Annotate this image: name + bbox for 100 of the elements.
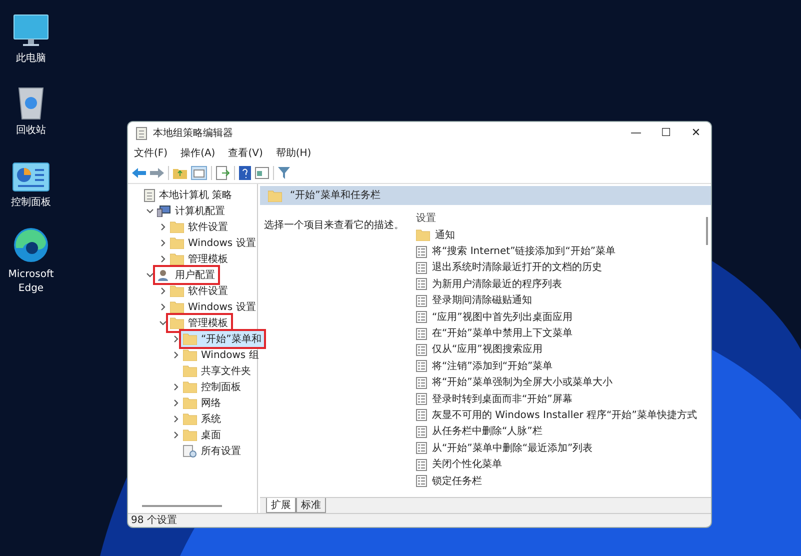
policy-icon (416, 278, 427, 290)
policy-row[interactable]: 将“开始”菜单强制为全屏大小或菜单大小 (416, 374, 703, 391)
tree-item[interactable]: 本地计算机 策略 (142, 187, 236, 203)
menu-item[interactable]: 帮助(H) (276, 146, 312, 160)
policy-row[interactable]: 在“开始”菜单中禁用上下文菜单 (416, 325, 703, 342)
folder-icon (183, 365, 197, 377)
settings-list-icon (183, 444, 197, 458)
policy-icon (416, 442, 427, 454)
monitor-icon[interactable] (13, 14, 49, 48)
tree-item[interactable]: 软件设置 (168, 283, 231, 299)
tree-item[interactable]: 系统 (181, 411, 224, 427)
window-title: 本地组策略编辑器 (153, 126, 234, 140)
tree-item[interactable]: 所有设置 (181, 443, 244, 459)
policy-row[interactable]: “应用”视图中首先列出桌面应用 (416, 308, 703, 326)
folder-icon (170, 253, 184, 265)
policy-row[interactable]: 将“搜索 Internet”链接添加到“开始”菜单 (416, 243, 703, 260)
panel-view-icon[interactable] (191, 166, 207, 180)
filter-icon[interactable] (278, 166, 290, 178)
scrollbar-thumb[interactable] (706, 217, 708, 245)
policy-row[interactable]: 为新用户清除最近的程序列表 (416, 276, 703, 293)
tree-item[interactable]: 网络 (181, 395, 224, 411)
policy-icon (416, 426, 427, 438)
policy-icon (416, 328, 427, 340)
status-text: 98 个设置 (131, 514, 177, 526)
window-control-button[interactable]: ✕ (681, 122, 711, 144)
detail-title: “开始”菜单和任务栏 (290, 188, 380, 203)
tree-item[interactable]: 控制面板 (181, 379, 244, 395)
menu-item[interactable]: 文件(F) (134, 146, 168, 160)
folder-icon (183, 333, 197, 345)
tree-item[interactable]: 桌面 (181, 427, 224, 443)
folder-icon (268, 190, 282, 202)
folder-icon (183, 429, 197, 441)
policy-row[interactable]: 从任务栏中删除“人脉”栏 (416, 424, 703, 440)
column-header: 设置 (416, 212, 437, 226)
folder-icon (183, 349, 197, 361)
policy-icon (416, 458, 427, 471)
chevron-down-icon[interactable] (146, 207, 154, 215)
policy-row[interactable]: 关闭个性化菜单 (416, 456, 703, 473)
view-tab[interactable]: 扩展 (266, 498, 296, 513)
policy-icon (416, 246, 427, 258)
tree-item[interactable]: 用户配置 (155, 267, 218, 283)
tree-item[interactable]: “开始”菜单和 (181, 331, 264, 347)
window-control-button[interactable]: ☐ (651, 122, 681, 144)
policy-icon (416, 344, 427, 356)
policy-icon (416, 360, 427, 372)
tree-item[interactable]: 软件设置 (168, 219, 231, 235)
app-icon (136, 126, 147, 140)
tree-item[interactable]: Windows 组 (181, 347, 262, 363)
policy-row[interactable]: 登录时转到桌面而非“开始”屏幕 (416, 390, 703, 408)
policy-icon (416, 262, 427, 274)
window-view-icon[interactable] (255, 166, 269, 178)
tree-item[interactable]: 共享文件夹 (181, 363, 254, 379)
user-icon (157, 269, 171, 281)
folder-up-icon[interactable] (173, 166, 187, 178)
policy-icon (416, 475, 427, 488)
policy-row[interactable]: 仅从“应用”视图搜索应用 (416, 342, 703, 358)
window-control-button[interactable]: — (621, 122, 651, 144)
export-icon[interactable] (216, 166, 230, 180)
view-tab[interactable]: 标准 (296, 498, 326, 513)
policy-row[interactable]: 登录期间清除磁贴通知 (416, 292, 703, 309)
computer-icon (157, 205, 171, 217)
folder-icon (170, 285, 184, 297)
policy-row[interactable]: 通知 (416, 227, 703, 244)
folder-icon (170, 301, 184, 313)
tree-item[interactable]: Windows 设置 (168, 299, 259, 315)
menu-item[interactable]: 操作(A) (180, 146, 216, 160)
policy-row[interactable]: 灰显不可用的 Windows Installer 程序“开始”菜单快捷方式 (416, 407, 703, 424)
policy-row[interactable]: 锁定任务栏 (416, 472, 703, 490)
desktop-icon-label[interactable]: 控制面板 (11, 196, 51, 210)
back-arrow-icon[interactable] (132, 166, 146, 178)
policy-icon (416, 376, 427, 389)
control-panel-icon[interactable] (12, 162, 50, 192)
chevron-down-icon[interactable] (146, 271, 154, 279)
tree-item[interactable]: Windows 设置 (168, 235, 259, 251)
forward-arrow-icon[interactable] (150, 166, 164, 178)
folder-icon (170, 237, 184, 249)
description-text: 选择一个项目来查看它的描述。 (264, 220, 404, 231)
folder-icon (170, 221, 184, 233)
document-icon (144, 188, 155, 202)
policy-row[interactable]: 从“开始”菜单中删除“最近添加”列表 (416, 440, 703, 456)
folder-icon (183, 381, 197, 393)
menu-item[interactable]: 查看(V) (228, 146, 263, 160)
policy-row[interactable]: 退出系统时清除最近打开的文档的历史 (416, 260, 703, 276)
browser-icon[interactable] (12, 226, 50, 264)
tree-item[interactable]: 管理模板 (168, 251, 231, 267)
desktop-icon-label[interactable]: 回收站 (16, 124, 46, 138)
folder-icon (183, 397, 197, 409)
folder-icon (170, 317, 184, 329)
policy-icon (416, 294, 427, 307)
chevron-down-icon[interactable] (158, 319, 166, 327)
help-icon[interactable] (239, 166, 251, 180)
policy-icon (416, 409, 427, 422)
folder-icon (416, 229, 430, 242)
desktop-icon-label[interactable]: Microsoft Edge (1, 268, 61, 296)
tree-item[interactable]: 计算机配置 (155, 203, 228, 219)
tree-item[interactable]: 管理模板 (168, 315, 231, 331)
desktop-icon-label[interactable]: 此电脑 (16, 52, 46, 66)
policy-icon (416, 311, 427, 324)
policy-row[interactable]: 将“注销”添加到“开始”菜单 (416, 358, 703, 375)
folder-icon (183, 413, 197, 425)
